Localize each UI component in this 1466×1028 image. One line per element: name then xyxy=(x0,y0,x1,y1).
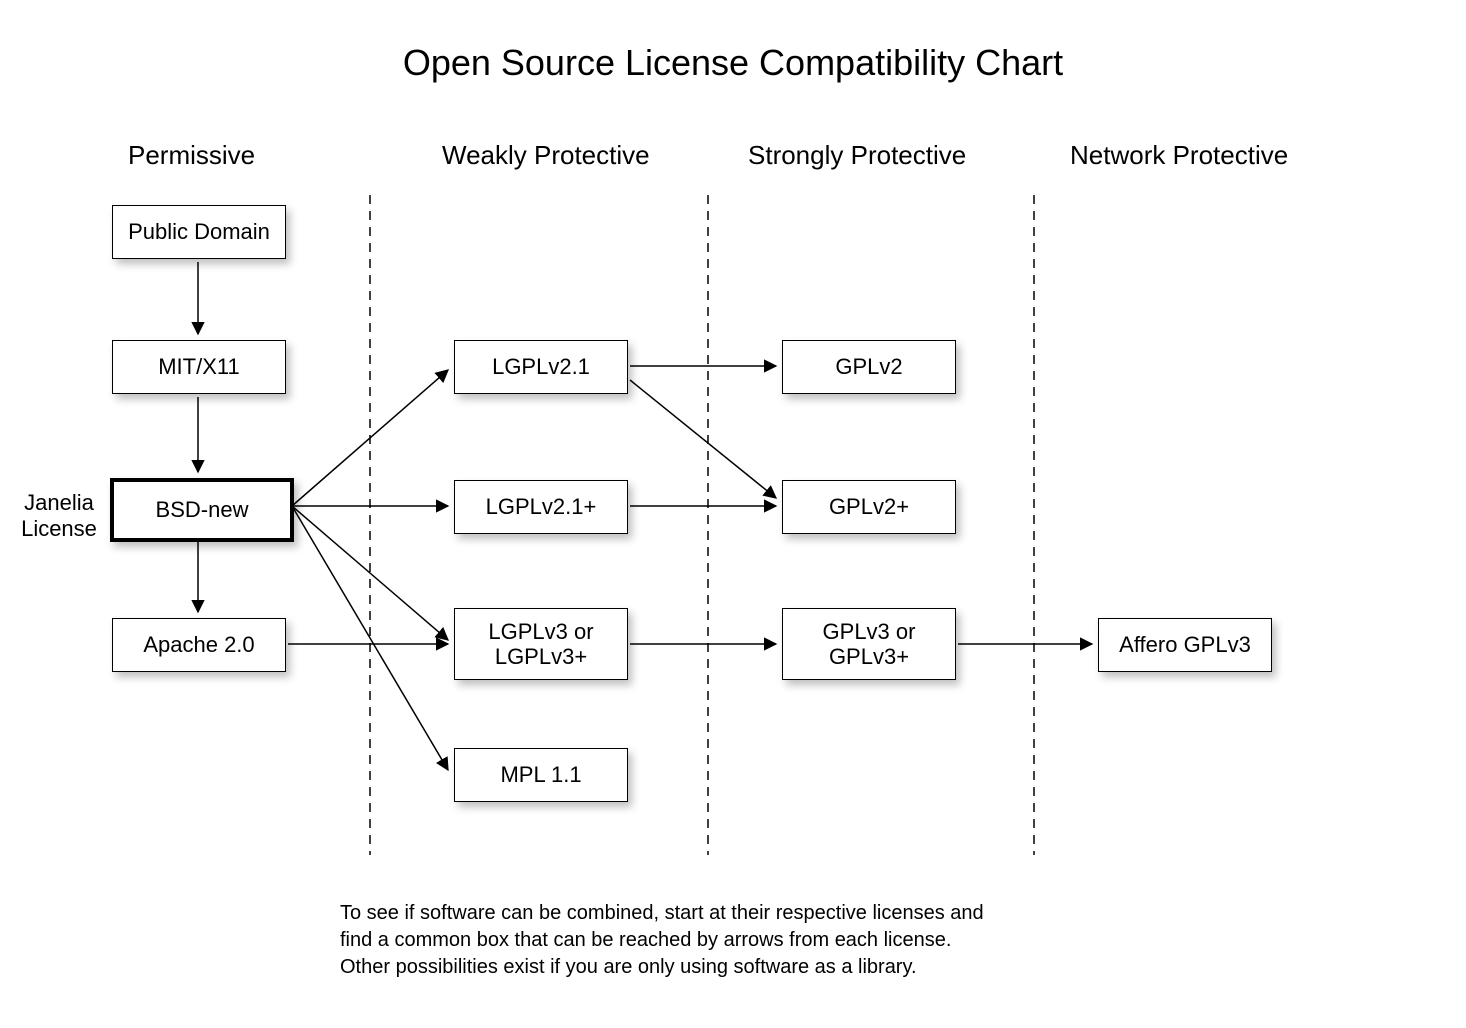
edge-bsd-mpl xyxy=(292,506,448,770)
chart-title: Open Source License Compatibility Chart xyxy=(0,42,1466,84)
edge-bsd-lgpl21 xyxy=(292,370,448,506)
node-affero: Affero GPLv3 xyxy=(1098,618,1272,672)
column-header-strongly: Strongly Protective xyxy=(748,140,966,171)
edge-lgpl21-gpl2p xyxy=(630,380,776,498)
janelia-label-line1: Janelia xyxy=(24,490,94,515)
column-header-permissive: Permissive xyxy=(128,140,255,171)
diagram-caption: To see if software can be combined, star… xyxy=(340,900,984,981)
node-bsd-new: BSD-new xyxy=(110,478,294,542)
caption-line3: Other possibilities exist if you are onl… xyxy=(340,954,984,981)
node-mit: MIT/X11 xyxy=(112,340,286,394)
node-apache: Apache 2.0 xyxy=(112,618,286,672)
node-public-domain: Public Domain xyxy=(112,205,286,259)
column-header-network: Network Protective xyxy=(1070,140,1288,171)
janelia-side-label: Janelia License xyxy=(14,490,104,543)
node-gpl3: GPLv3 or GPLv3+ xyxy=(782,608,956,680)
caption-line2: find a common box that can be reached by… xyxy=(340,927,984,954)
edge-bsd-lgpl3 xyxy=(292,506,448,640)
node-gpl2: GPLv2 xyxy=(782,340,956,394)
diagram-canvas: Open Source License Compatibility Chart … xyxy=(0,0,1466,1028)
column-header-weakly: Weakly Protective xyxy=(442,140,650,171)
node-lgpl21p: LGPLv2.1+ xyxy=(454,480,628,534)
node-lgpl21: LGPLv2.1 xyxy=(454,340,628,394)
caption-line1: To see if software can be combined, star… xyxy=(340,900,984,927)
node-lgpl3: LGPLv3 or LGPLv3+ xyxy=(454,608,628,680)
node-mpl: MPL 1.1 xyxy=(454,748,628,802)
node-gpl2p: GPLv2+ xyxy=(782,480,956,534)
janelia-label-line2: License xyxy=(21,516,97,541)
